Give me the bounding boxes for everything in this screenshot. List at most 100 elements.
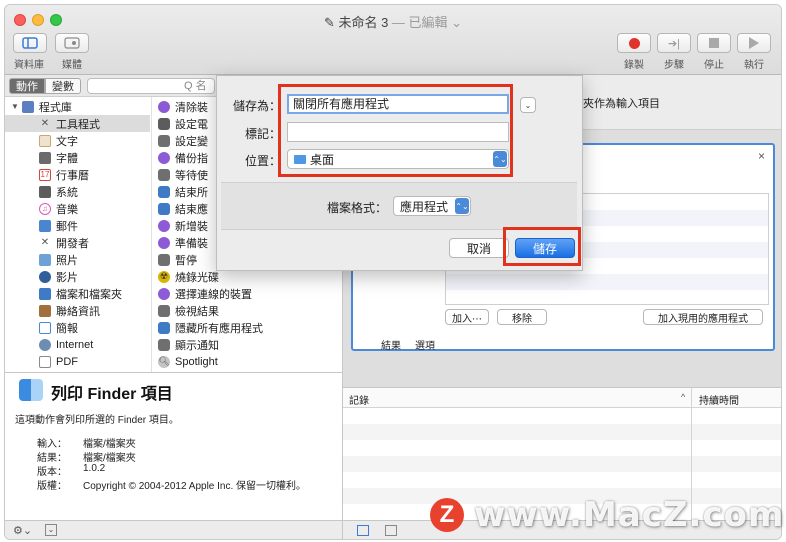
description-title: 列印 Finder 項目	[51, 386, 173, 403]
category-text[interactable]: 文字	[5, 132, 150, 149]
action-system-icon	[158, 117, 170, 130]
add-current-app-button[interactable]: 加入現用的應用程式	[643, 309, 763, 325]
automator-window: ✎ 未命名 3 — 已編輯 ⌄ 資料庫 媒體 錄製 ➔| 步驟 停止 執行 動作	[4, 4, 782, 540]
action-item[interactable]: 顯示通知	[152, 336, 344, 353]
title-toolbar: ✎ 未命名 3 — 已編輯 ⌄ 資料庫 媒體 錄製 ➔| 步驟 停止 執行	[5, 5, 781, 75]
category-contacts[interactable]: 聯絡資訊	[5, 302, 150, 319]
action-finder-icon	[158, 321, 170, 334]
category-library[interactable]: ▼ 程式庫	[5, 98, 150, 115]
collapse-description-icon[interactable]: ⌄	[45, 524, 57, 536]
copyright-value: Copyright © 2004-2012 Apple Inc. 保留一切權利。	[83, 481, 307, 492]
highlight-box-save	[503, 227, 581, 266]
action-purple-icon	[158, 100, 170, 113]
variables-tab[interactable]: 變數	[45, 78, 81, 94]
category-label: 檔案和檔案夾	[56, 288, 122, 301]
category-developer[interactable]: ✕ 開發者	[5, 234, 150, 251]
log-header: 記錄 ^ 持續時間	[343, 388, 781, 408]
action-label: 結束應	[175, 203, 208, 216]
pdf-icon	[39, 355, 51, 368]
library-search-input[interactable]: Q 名	[87, 78, 215, 94]
burn-icon: ☢	[158, 270, 170, 283]
category-music[interactable]: ♫ 音樂	[5, 200, 150, 217]
workflow-input-text: 夾作為輸入項目	[583, 98, 660, 110]
category-internet[interactable]: Internet	[5, 336, 150, 353]
action-label: 準備裝	[175, 237, 208, 250]
internet-icon	[39, 338, 51, 351]
action-label: 清除裝	[175, 101, 208, 114]
category-movies[interactable]: 影片	[5, 268, 150, 285]
library-toggle-button[interactable]	[13, 33, 47, 53]
action-item[interactable]: 🔍︎ Spotlight	[152, 353, 344, 370]
category-files-folders[interactable]: 檔案和檔案夾	[5, 285, 150, 302]
category-presentations[interactable]: 簡報	[5, 319, 150, 336]
macz-logo-icon: Z	[430, 498, 464, 532]
description-summary: 這項動作會列印所選的 Finder 項目。	[15, 415, 179, 426]
cancel-button[interactable]: 取消	[449, 238, 509, 258]
category-fonts[interactable]: 字體	[5, 149, 150, 166]
action-label: Spotlight	[175, 355, 218, 368]
action-label: 顯示通知	[175, 339, 219, 352]
category-label: 開發者	[56, 237, 89, 250]
category-label: 行事曆	[56, 169, 89, 182]
action-purple-icon	[158, 287, 170, 300]
record-button[interactable]	[617, 33, 651, 53]
close-icon[interactable]: ×	[758, 149, 765, 163]
category-label: 文字	[56, 135, 78, 148]
step-button[interactable]: ➔|	[657, 33, 691, 53]
category-utilities[interactable]: ✕ 工具程式	[5, 115, 150, 132]
run-label: 執行	[744, 60, 764, 71]
action-label: 等待使	[175, 169, 208, 182]
finder-icon	[19, 379, 43, 401]
file-format-popup[interactable]: 應用程式 ⌃⌄	[393, 196, 471, 216]
category-label: Internet	[56, 338, 94, 351]
action-item[interactable]: 選擇連線的裝置	[152, 285, 344, 302]
duration-column-header[interactable]: 持續時間	[699, 392, 739, 407]
media-icon	[64, 37, 80, 49]
category-label: PDF	[56, 355, 78, 368]
category-label: 系統	[56, 186, 78, 199]
movies-icon	[39, 270, 51, 283]
highlight-box-fields	[278, 84, 513, 177]
category-pdf[interactable]: PDF	[5, 353, 150, 370]
actions-tab[interactable]: 動作	[9, 78, 45, 94]
category-calendar[interactable]: 17 行事曆	[5, 166, 150, 183]
gear-icon[interactable]: ⚙⌄	[13, 524, 32, 537]
action-item[interactable]: 隱藏所有應用程式	[152, 319, 344, 336]
stop-button[interactable]	[697, 33, 731, 53]
log-column-header[interactable]: 記錄	[349, 392, 369, 407]
run-button[interactable]	[737, 33, 771, 53]
remove-button[interactable]: 移除	[497, 309, 547, 325]
format-section: 檔案格式： 應用程式 ⌃⌄	[221, 182, 577, 230]
list-view-icon[interactable]	[357, 525, 369, 536]
action-automator-icon	[158, 168, 170, 181]
action-purple-icon	[158, 219, 170, 232]
result-value: 檔案/檔案夾	[83, 453, 136, 464]
save-as-label: 儲存為：	[232, 99, 281, 113]
description-pane: 列印 Finder 項目 這項動作會列印所選的 Finder 項目。 輸入： 檔…	[5, 372, 343, 520]
expand-dialog-button[interactable]: ⌄	[520, 97, 536, 113]
record-label: 錄製	[624, 60, 644, 71]
action-purple-icon	[158, 236, 170, 249]
options-tab[interactable]: 選項	[415, 337, 435, 352]
split-view-icon[interactable]	[385, 525, 397, 536]
stop-label: 停止	[704, 60, 724, 71]
category-photos[interactable]: 照片	[5, 251, 150, 268]
watermark: Z www.MacZ.com	[430, 495, 784, 535]
category-system[interactable]: 系統	[5, 183, 150, 200]
add-button[interactable]: 加入⋯	[445, 309, 489, 325]
system-icon	[39, 185, 51, 198]
action-label: 設定電	[175, 118, 208, 131]
disclosure-triangle-icon: ▼	[11, 102, 19, 111]
category-label: 郵件	[56, 220, 78, 233]
media-button[interactable]	[55, 33, 89, 53]
category-label: 影片	[56, 271, 78, 284]
version-label: 版本：	[37, 467, 67, 478]
action-item[interactable]: 檢視結果	[152, 302, 344, 319]
category-mail[interactable]: 郵件	[5, 217, 150, 234]
results-tab[interactable]: 結果	[381, 337, 401, 352]
category-label: 字體	[56, 152, 78, 165]
files-folders-icon	[39, 287, 51, 300]
action-automator-icon	[158, 134, 170, 147]
spotlight-icon: 🔍︎	[158, 355, 170, 368]
action-label: 新增裝	[175, 220, 208, 233]
